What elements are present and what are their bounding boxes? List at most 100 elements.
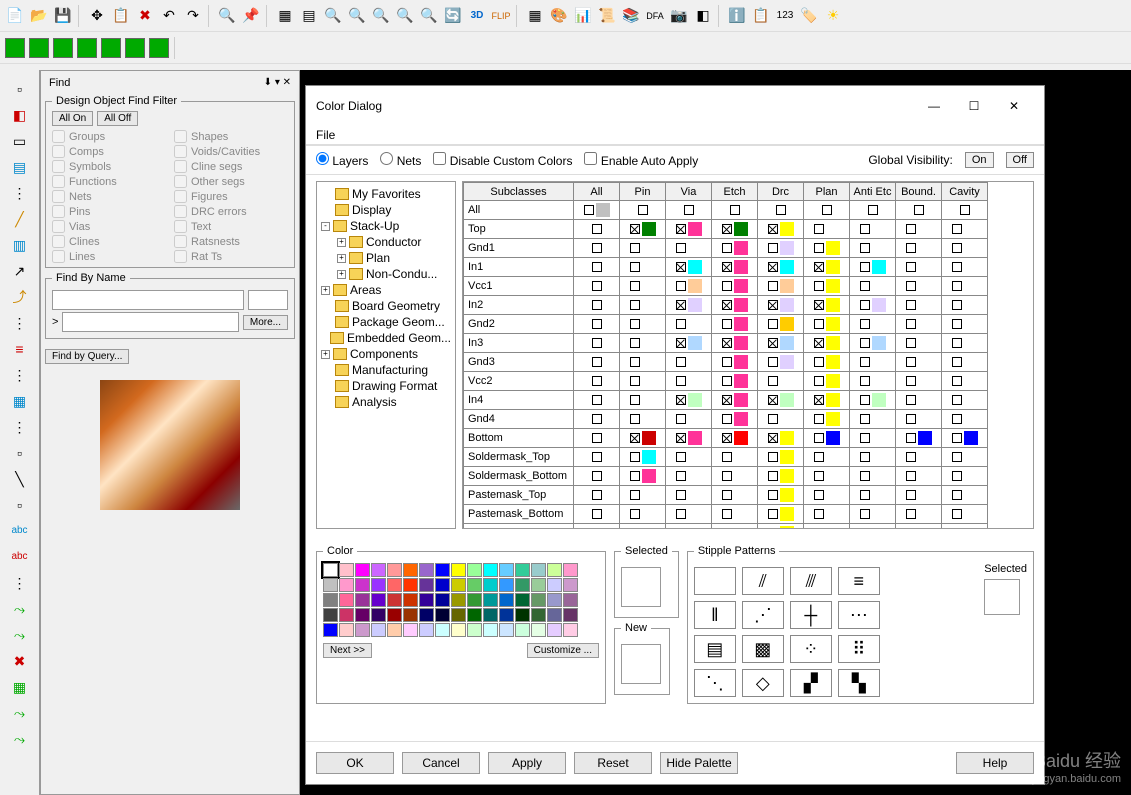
layers-radio[interactable]: Layers bbox=[316, 152, 368, 168]
color-cell[interactable] bbox=[896, 296, 942, 315]
filter-voids-cavities[interactable]: Voids/Cavities bbox=[174, 145, 288, 158]
palette-swatch[interactable] bbox=[467, 608, 482, 622]
nets-radio[interactable]: Nets bbox=[380, 152, 421, 168]
color-cell[interactable] bbox=[574, 505, 620, 524]
color-cell[interactable] bbox=[804, 258, 850, 277]
color-cell[interactable] bbox=[942, 467, 988, 486]
palette-swatch[interactable] bbox=[387, 563, 402, 577]
filter-clines[interactable]: Clines bbox=[52, 235, 166, 248]
palette-swatch[interactable] bbox=[323, 608, 338, 622]
close-icon[interactable]: ✕ bbox=[994, 92, 1034, 120]
color-cell[interactable] bbox=[850, 239, 896, 258]
find-name-input[interactable] bbox=[62, 312, 238, 332]
layout-icon[interactable]: ▦ bbox=[524, 5, 546, 27]
stipple-dots1[interactable]: ⋰ bbox=[742, 601, 784, 629]
color-cell[interactable] bbox=[620, 391, 666, 410]
tree-item[interactable]: +Components bbox=[321, 346, 451, 362]
tree-expand-icon[interactable]: - bbox=[321, 222, 330, 231]
color-cell[interactable] bbox=[942, 372, 988, 391]
color-cell[interactable] bbox=[758, 220, 804, 239]
tree-item[interactable]: +Non-Condu... bbox=[321, 266, 451, 282]
color-cell[interactable] bbox=[850, 372, 896, 391]
color-cell[interactable] bbox=[758, 448, 804, 467]
redo-icon[interactable]: ↷ bbox=[182, 5, 204, 27]
palette-icon[interactable]: 🎨 bbox=[548, 5, 570, 27]
palette-swatch[interactable] bbox=[435, 578, 450, 592]
palette-swatch[interactable] bbox=[323, 623, 338, 637]
pin-icon[interactable]: 📌 bbox=[240, 5, 262, 27]
palette-swatch[interactable] bbox=[563, 578, 578, 592]
stipple-horiz[interactable]: ≡ bbox=[838, 567, 880, 595]
stipple-dots3[interactable]: ⠿ bbox=[838, 635, 880, 663]
find-panel-controls[interactable]: ⬇ ▾ ✕ bbox=[264, 77, 291, 88]
color-cell[interactable] bbox=[850, 296, 896, 315]
tool-9-icon[interactable]: ⤴ bbox=[8, 284, 32, 308]
color-cell[interactable] bbox=[850, 334, 896, 353]
color-cell[interactable] bbox=[850, 277, 896, 296]
ruler-icon[interactable]: 123 bbox=[774, 5, 796, 27]
filter-functions[interactable]: Functions bbox=[52, 175, 166, 188]
color-cell[interactable] bbox=[942, 315, 988, 334]
color-grid[interactable]: SubclassesAllPinViaEtchDrcPlanAnti EtcBo… bbox=[462, 181, 1034, 529]
minimize-icon[interactable]: — bbox=[914, 92, 954, 120]
stipple-diag2[interactable]: ⫻ bbox=[790, 567, 832, 595]
palette-swatch[interactable] bbox=[467, 578, 482, 592]
color-cell[interactable] bbox=[620, 467, 666, 486]
color-cell[interactable] bbox=[666, 467, 712, 486]
tree-item[interactable]: Package Geom... bbox=[321, 314, 451, 330]
palette-swatch[interactable] bbox=[435, 608, 450, 622]
tree-item[interactable]: Drawing Format bbox=[321, 378, 451, 394]
color-cell[interactable] bbox=[620, 258, 666, 277]
color-cell[interactable] bbox=[804, 296, 850, 315]
color-cell[interactable] bbox=[804, 524, 850, 530]
color-cell[interactable] bbox=[804, 486, 850, 505]
tree-item[interactable]: Embedded Geom... bbox=[321, 330, 451, 346]
color-cell[interactable] bbox=[666, 334, 712, 353]
color-cell[interactable] bbox=[574, 258, 620, 277]
palette-swatch[interactable] bbox=[515, 593, 530, 607]
color-cell[interactable] bbox=[712, 505, 758, 524]
tool-3-icon[interactable]: ▭ bbox=[8, 128, 32, 152]
color-cell[interactable] bbox=[758, 334, 804, 353]
color-cell[interactable] bbox=[942, 410, 988, 429]
palette-swatch[interactable] bbox=[403, 563, 418, 577]
color-cell[interactable] bbox=[804, 201, 850, 220]
palette-swatch[interactable] bbox=[547, 608, 562, 622]
color-cell[interactable] bbox=[666, 429, 712, 448]
color-cell[interactable] bbox=[804, 429, 850, 448]
color-cell[interactable] bbox=[712, 372, 758, 391]
color-cell[interactable] bbox=[574, 315, 620, 334]
color-cell[interactable] bbox=[712, 410, 758, 429]
color-cell[interactable] bbox=[574, 296, 620, 315]
find-type-dropdown[interactable] bbox=[52, 290, 244, 310]
filter-ratsnests[interactable]: Ratsnests bbox=[174, 235, 288, 248]
tree-expand-icon[interactable]: + bbox=[321, 350, 330, 359]
tool-21-icon[interactable]: ⤳ bbox=[8, 596, 32, 620]
palette-swatch[interactable] bbox=[563, 623, 578, 637]
zoom-window-icon[interactable]: 🔍 bbox=[394, 5, 416, 27]
color-cell[interactable] bbox=[666, 315, 712, 334]
color-cell[interactable] bbox=[942, 201, 988, 220]
palette-swatch[interactable] bbox=[403, 578, 418, 592]
all-on-button[interactable]: All On bbox=[52, 111, 93, 126]
dfa-icon[interactable]: DFA bbox=[644, 5, 666, 27]
color-cell[interactable] bbox=[620, 448, 666, 467]
info-icon[interactable]: ℹ️ bbox=[726, 5, 748, 27]
tool-24-icon[interactable]: ▦ bbox=[8, 674, 32, 698]
enable-auto-checkbox[interactable]: Enable Auto Apply bbox=[584, 152, 698, 168]
tree-expand-icon[interactable]: + bbox=[337, 270, 346, 279]
book-icon[interactable]: 📚 bbox=[620, 5, 642, 27]
report-icon[interactable]: 📋 bbox=[750, 5, 772, 27]
global-off-button[interactable]: Off bbox=[1006, 152, 1034, 168]
filter-nets[interactable]: Nets bbox=[52, 190, 166, 203]
color-cell[interactable] bbox=[758, 372, 804, 391]
zoom-out-icon[interactable]: 🔍 bbox=[346, 5, 368, 27]
color-cell[interactable] bbox=[574, 429, 620, 448]
color-cell[interactable] bbox=[896, 429, 942, 448]
tool-23-icon[interactable]: ✖ bbox=[8, 648, 32, 672]
layers-icon[interactable]: 📊 bbox=[572, 5, 594, 27]
color-cell[interactable] bbox=[666, 277, 712, 296]
grid-icon[interactable]: ▦ bbox=[274, 5, 296, 27]
palette-swatch[interactable] bbox=[419, 578, 434, 592]
stipple-vert[interactable]: ‖ bbox=[694, 601, 736, 629]
